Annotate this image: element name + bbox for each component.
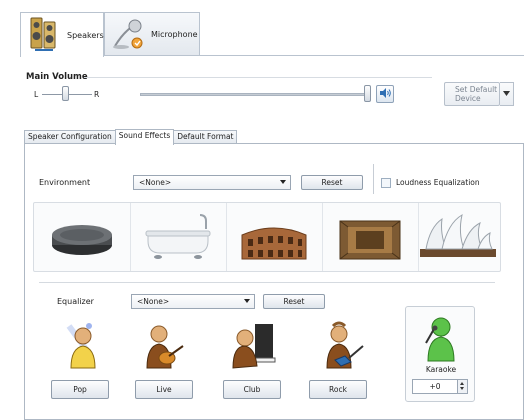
loudness-equalization-checkbox[interactable] (381, 178, 391, 188)
device-tabs: Speakers Microphone (20, 12, 524, 57)
balance-slider[interactable] (62, 86, 69, 101)
environment-select[interactable]: <None> (133, 175, 291, 190)
divider (226, 203, 227, 271)
divider (322, 203, 323, 271)
environment-reset-button[interactable]: Reset (301, 175, 363, 190)
environment-select-value: <None> (139, 178, 172, 187)
loudness-equalization-label: Loudness Equalization (396, 178, 480, 187)
eq-pop-button[interactable]: Pop (51, 380, 109, 399)
equalizer-reset-button[interactable]: Reset (263, 294, 325, 309)
sound-effects-panel: Environment <None> Reset Loudness Equali… (24, 143, 524, 420)
settings-tabs: Speaker Configuration Sound Effects Defa… (24, 129, 238, 145)
tab-label: Speakers (67, 30, 104, 40)
tab-speaker-configuration[interactable]: Speaker Configuration (24, 130, 116, 144)
speakers-icon (27, 16, 61, 55)
stone-disc-icon[interactable] (38, 205, 126, 269)
pop-singer-icon[interactable] (59, 320, 107, 372)
tab-speakers[interactable]: Speakers (20, 12, 104, 57)
rock-guitarist-icon[interactable] (319, 320, 367, 372)
colosseum-icon[interactable] (230, 205, 318, 269)
pianist-icon[interactable] (229, 320, 277, 372)
set-default-dropdown[interactable] (500, 82, 514, 106)
section-divider (39, 282, 495, 283)
main-volume-slider[interactable] (364, 85, 371, 102)
karaoke-singer-icon (420, 313, 462, 366)
karaoke-label: Karaoke (425, 365, 457, 374)
spinner-down-icon[interactable] (458, 386, 467, 392)
tab-microphone[interactable]: Microphone (104, 12, 200, 56)
opera-house-icon[interactable] (412, 205, 500, 269)
tab-default-format[interactable]: Default Format (173, 130, 238, 144)
mute-button[interactable] (376, 85, 394, 103)
main-volume-title: Main Volume (26, 72, 88, 82)
chevron-down-icon (244, 299, 250, 303)
equalizer-select-value: <None> (137, 297, 170, 306)
eq-live-button[interactable]: Live (135, 380, 193, 399)
eq-rock-button[interactable]: Rock (309, 380, 367, 399)
chevron-down-icon (503, 89, 510, 99)
bathtub-icon[interactable] (134, 205, 222, 269)
main-volume-group: Main Volume L R Set Default Device (24, 68, 524, 110)
divider (130, 203, 131, 271)
karaoke-spinner[interactable] (458, 379, 468, 394)
karaoke-value-field[interactable]: +0 (412, 379, 458, 394)
sewer-pipe-icon[interactable] (326, 205, 414, 269)
main-volume-track[interactable] (140, 93, 368, 96)
karaoke-group: Karaoke +0 (405, 306, 475, 402)
equalizer-select[interactable]: <None> (131, 294, 255, 309)
balance-right-label: R (94, 90, 100, 99)
balance-left-label: L (34, 90, 39, 99)
chevron-down-icon (280, 180, 286, 184)
group-divider (84, 77, 432, 78)
set-default-device-button[interactable]: Set Default Device (444, 82, 500, 106)
environment-label: Environment (39, 178, 91, 187)
tab-label: Microphone (151, 30, 198, 39)
guitarist-icon[interactable] (139, 320, 187, 372)
eq-club-button[interactable]: Club (223, 380, 281, 399)
equalizer-label: Equalizer (57, 297, 94, 306)
tab-sound-effects[interactable]: Sound Effects (114, 129, 175, 145)
environment-presets (33, 202, 501, 272)
vertical-divider (373, 164, 374, 194)
microphone-icon (111, 16, 145, 53)
speaker-volume-icon (379, 87, 391, 102)
